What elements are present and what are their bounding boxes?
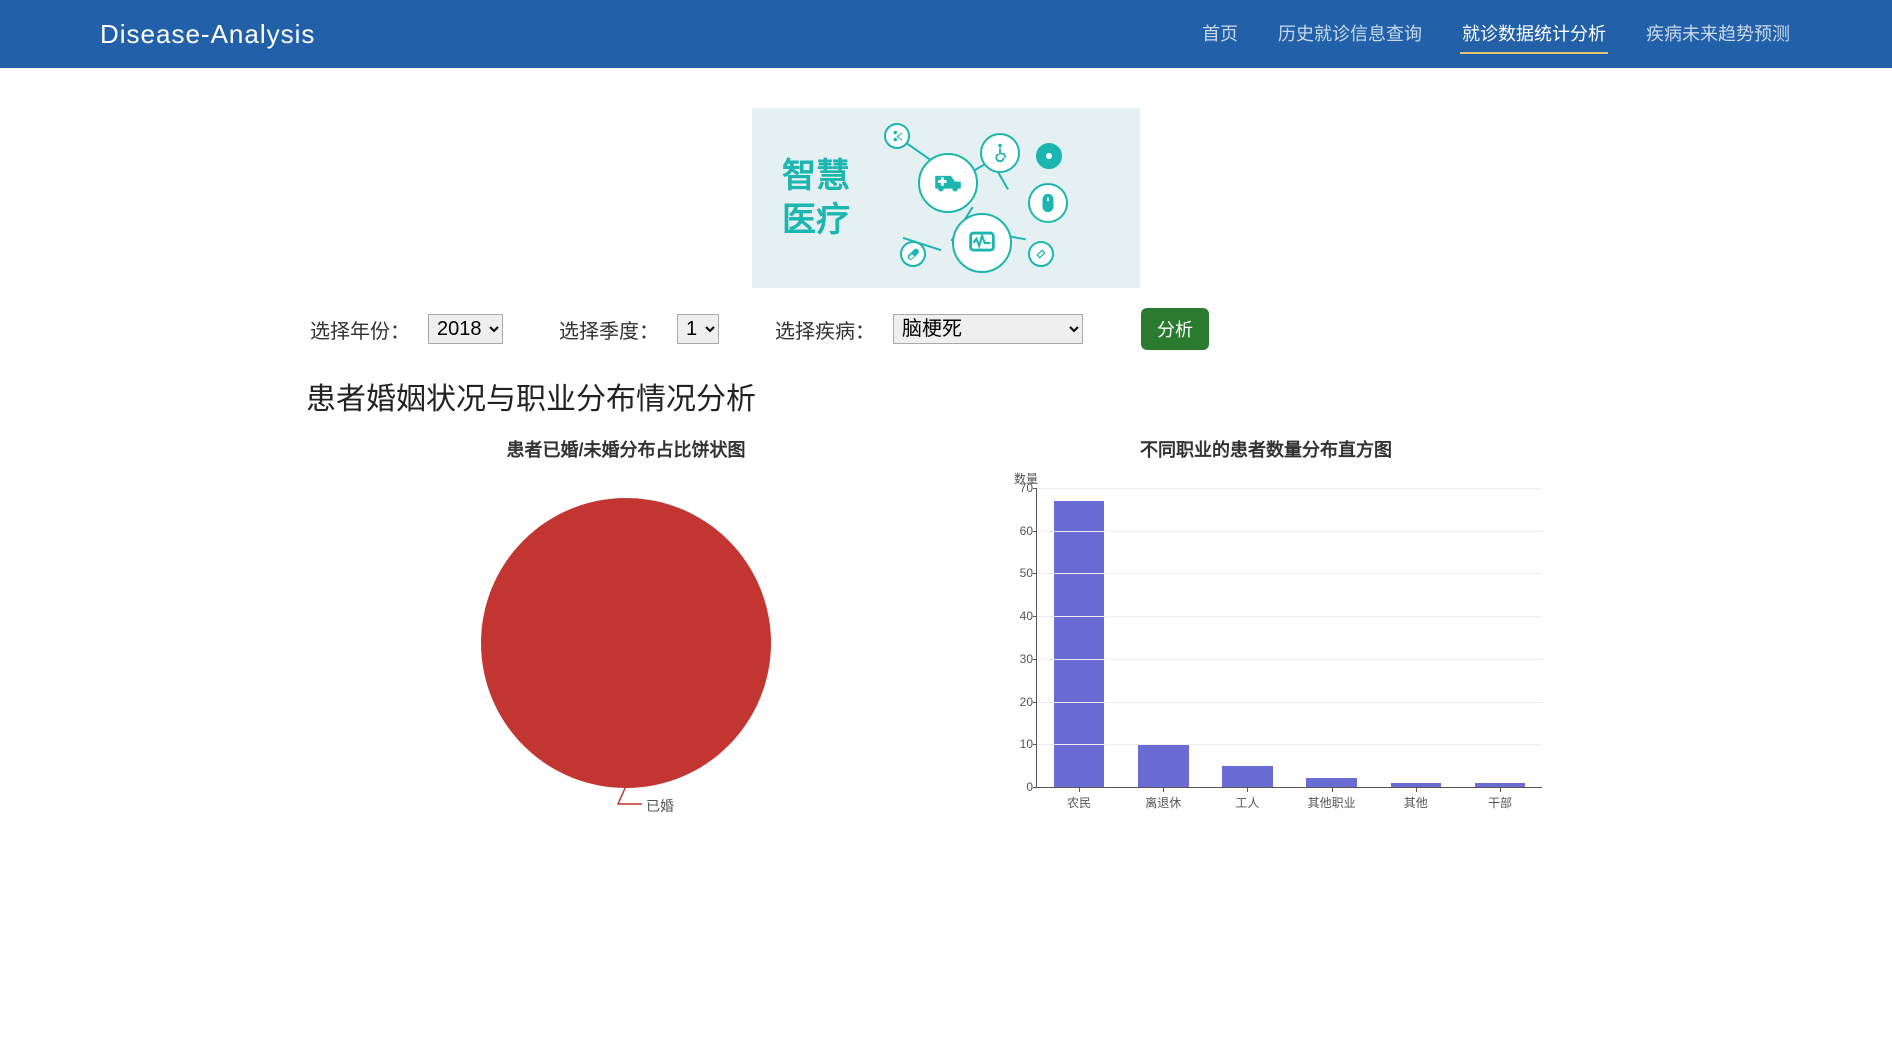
pie-chart: 已婚 [306,478,946,788]
y-tick: 50 [1007,566,1033,580]
nav-history-query[interactable]: 历史就诊信息查询 [1276,14,1424,54]
disease-select[interactable]: 脑梗死 [893,314,1083,344]
brand-title: Disease-Analysis [100,19,315,50]
bar-chart-title: 不同职业的患者数量分布直方图 [946,436,1586,462]
monitor-icon [965,226,999,260]
nav-statistics[interactable]: 就诊数据统计分析 [1460,14,1608,54]
quarter-select[interactable]: 1 [677,314,719,344]
pie-chart-title: 患者已婚/未婚分布占比饼状图 [306,436,946,462]
bar [1306,778,1357,787]
y-tick: 30 [1007,652,1033,666]
pie-chart-box: 患者已婚/未婚分布占比饼状图 已婚 [306,428,946,818]
quarter-label: 选择季度： [559,315,659,344]
x-tick: 其他 [1374,794,1458,811]
thermometer-icon [1034,247,1048,261]
bar-chart-box: 不同职业的患者数量分布直方图 数量 农民离退休工人其他职业其他干部 010203… [946,428,1586,818]
scissors-icon [890,129,904,143]
y-tick: 60 [1007,524,1033,538]
nav-links: 首页 历史就诊信息查询 就诊数据统计分析 疾病未来趋势预测 [1200,14,1792,54]
banner: 智慧 医疗 [752,108,1140,288]
x-tick: 其他职业 [1290,794,1374,811]
bar-chart: 数量 农民离退休工人其他职业其他干部 010203040506070 [986,478,1546,818]
bar-plot-area: 农民离退休工人其他职业其他干部 010203040506070 [1036,488,1542,788]
banner-line1: 智慧 [782,157,850,195]
bar-slot: 其他职业 [1290,488,1374,787]
bar-slot: 离退休 [1121,488,1205,787]
section-title: 患者婚姻状况与职业分布情况分析 [306,374,1586,418]
y-tick: 40 [1007,609,1033,623]
mouse-icon [1037,192,1059,214]
bar-slot: 其他 [1374,488,1458,787]
navbar: Disease-Analysis 首页 历史就诊信息查询 就诊数据统计分析 疾病… [0,0,1892,68]
charts-row: 患者已婚/未婚分布占比饼状图 已婚 不同职业的患者数量分布直方图 数量 农民离退… [306,428,1586,818]
y-tick: 20 [1007,695,1033,709]
bar-slot: 农民 [1037,488,1121,787]
pie-label-married: 已婚 [646,796,674,816]
dot-icon [1044,151,1054,161]
pill-icon [906,247,920,261]
bar [1222,766,1273,787]
nav-home[interactable]: 首页 [1200,14,1240,54]
banner-text: 智慧 医疗 [782,154,850,242]
disease-label: 选择疾病： [775,315,875,344]
filter-controls: 选择年份： 2018 选择季度： 1 选择疾病： 脑梗死 分析 [306,308,1586,350]
wheelchair-icon [989,142,1011,164]
y-tick: 70 [1007,481,1033,495]
banner-line2: 医疗 [782,201,850,239]
banner-graphic [860,113,1070,283]
y-tick: 0 [1007,780,1033,794]
x-tick: 农民 [1037,794,1121,811]
bar [1138,744,1189,787]
year-select[interactable]: 2018 [428,314,503,344]
x-tick: 工人 [1205,794,1289,811]
bar-slot: 工人 [1205,488,1289,787]
ambulance-icon [931,166,965,200]
bar-slot: 干部 [1458,488,1542,787]
x-tick: 干部 [1458,794,1542,811]
x-tick: 离退休 [1121,794,1205,811]
nav-trend-forecast[interactable]: 疾病未来趋势预测 [1644,14,1792,54]
y-tick: 10 [1007,737,1033,751]
analyze-button[interactable]: 分析 [1141,308,1209,350]
year-label: 选择年份： [310,315,410,344]
